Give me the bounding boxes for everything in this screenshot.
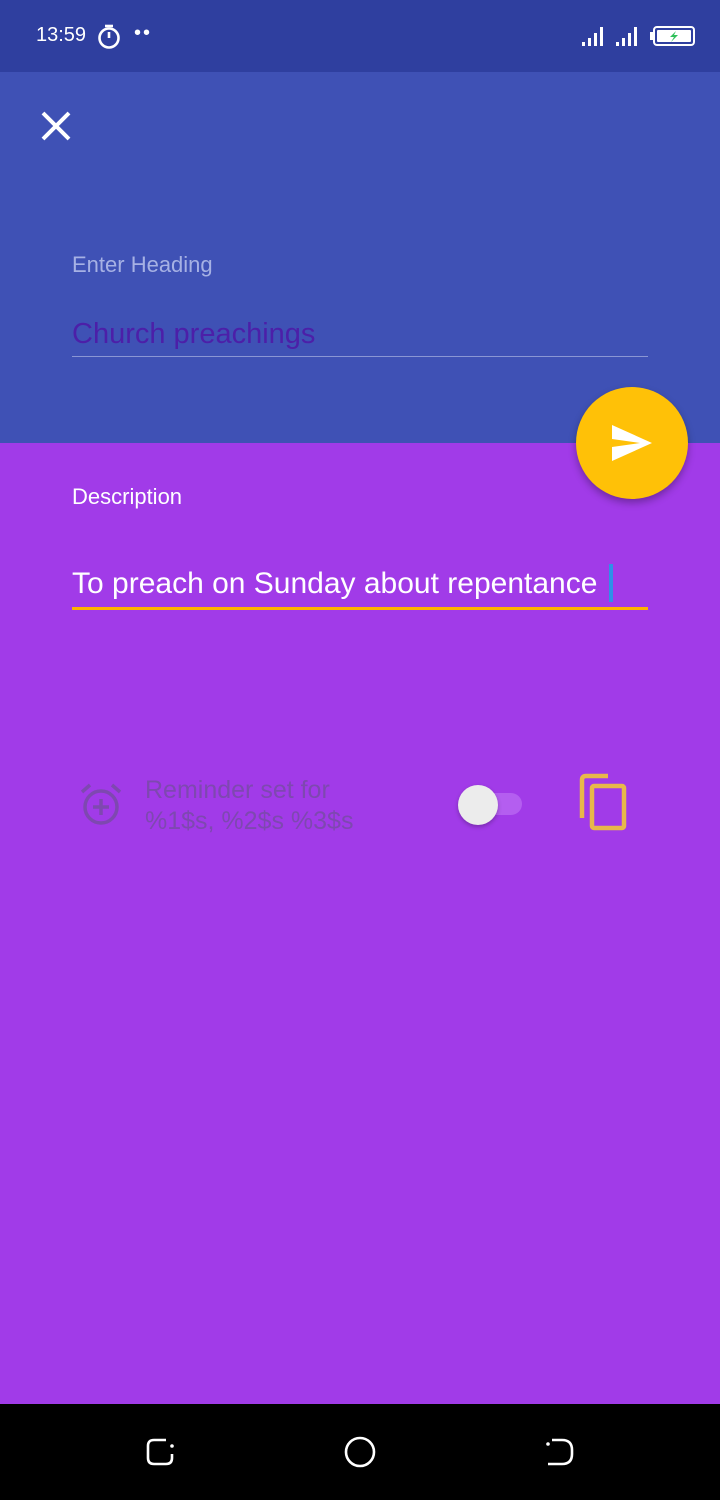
navigation-bar [0, 1404, 720, 1500]
copy-button[interactable] [574, 772, 634, 836]
battery-charging-icon [650, 26, 696, 46]
status-bar: 13:59 •• [0, 0, 720, 72]
back-icon [546, 1438, 574, 1466]
signal-icon [582, 26, 608, 46]
close-button[interactable] [30, 100, 82, 152]
description-underline [72, 607, 648, 610]
recent-apps-icon [146, 1438, 174, 1466]
notification-dots: •• [134, 22, 153, 44]
toggle-thumb [458, 785, 498, 825]
copy-icon [579, 773, 627, 831]
send-button[interactable] [576, 387, 688, 499]
home-icon [344, 1436, 376, 1468]
close-icon [41, 111, 71, 141]
text-cursor [609, 564, 613, 602]
timer-icon [96, 24, 122, 50]
status-time: 13:59 [36, 24, 87, 46]
heading-label: Enter Heading [72, 252, 213, 277]
heading-input[interactable] [72, 312, 648, 356]
signal-icon [616, 26, 642, 46]
reminder-toggle[interactable] [458, 785, 526, 825]
home-button[interactable] [342, 1434, 378, 1470]
reminder-text-line1: Reminder set for [145, 776, 330, 804]
alarm-add-icon[interactable] [78, 782, 124, 828]
description-label: Description [72, 484, 183, 509]
back-button[interactable] [542, 1434, 578, 1470]
reminder-text: Reminder set for %1$s, %2$s %3$s [145, 775, 435, 837]
send-icon [612, 425, 652, 461]
recent-apps-button[interactable] [142, 1434, 178, 1470]
description-input[interactable] [72, 562, 648, 606]
heading-underline [72, 356, 648, 357]
reminder-text-line2: %1$s, %2$s %3$s [145, 807, 354, 835]
